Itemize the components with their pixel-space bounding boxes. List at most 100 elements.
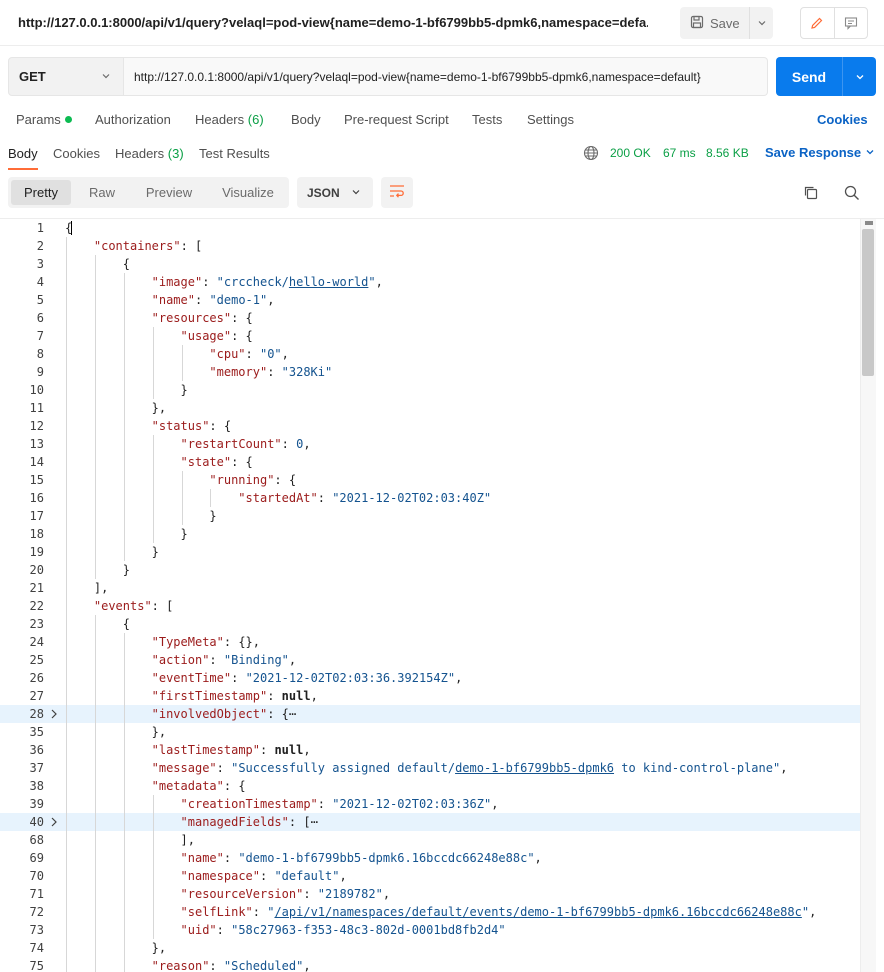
send-button[interactable]: Send (776, 57, 843, 96)
code-line: 19} (0, 543, 876, 561)
tab-authorization[interactable]: Authorization (95, 112, 171, 127)
save-options-chevron-icon[interactable] (750, 16, 773, 31)
copy-icon[interactable] (802, 184, 820, 205)
line-number: 27 (29, 689, 44, 703)
chevron-down-icon (865, 145, 875, 160)
response-size[interactable]: 8.56 KB (706, 146, 749, 160)
indent-guide (152, 525, 154, 543)
code-link[interactable]: demo-1-bf6799bb5-dpmk6 (455, 761, 614, 775)
tab-tests[interactable]: Tests (472, 112, 502, 127)
tab-params-label: Params (16, 112, 61, 127)
indent-guide (123, 813, 125, 831)
code-line: 7 "usage": { (0, 327, 876, 345)
code-text: "usage": { (181, 327, 253, 345)
tab-test-results[interactable]: Test Results (199, 146, 270, 161)
code-link[interactable]: /api/v1/namespaces/default/events/demo-1… (274, 905, 801, 919)
indent-guide (123, 921, 125, 939)
headers-count-badge: (6) (247, 112, 264, 127)
code-text: "TypeMeta": {}, (152, 633, 260, 651)
code-line: 11}, (0, 399, 876, 417)
language-select[interactable]: JSON (297, 177, 373, 208)
globe-icon[interactable] (583, 145, 599, 164)
save-button[interactable]: Save (680, 7, 750, 39)
method-label: GET (19, 69, 46, 84)
tab-headers[interactable]: Headers (6) (195, 112, 264, 127)
indent-guide (152, 453, 154, 471)
indent-guide (66, 435, 67, 453)
code-text: "running": { (209, 471, 296, 489)
indent-guide (94, 651, 96, 669)
request-title[interactable]: http://127.0.0.1:8000/api/v1/query?velaq… (18, 15, 648, 30)
format-pretty[interactable]: Pretty (11, 180, 71, 205)
code-line: 15 "running": { (0, 471, 876, 489)
code-text: "eventTime": "2021-12-02T02:03:36.392154… (152, 669, 463, 687)
response-time[interactable]: 67 ms (663, 146, 696, 160)
code-token: "metadata" (151, 779, 224, 793)
tab-params[interactable]: Params (16, 112, 72, 127)
scrollbar-thumb[interactable] (862, 229, 874, 376)
indent-guide (66, 885, 67, 903)
scroll-up-arrow-icon[interactable] (865, 221, 873, 225)
code-link[interactable]: hello-world (289, 275, 368, 289)
indent-guide (123, 417, 125, 435)
url-input[interactable]: http://127.0.0.1:8000/api/v1/query?velaq… (124, 57, 768, 96)
indent-guide (94, 363, 96, 381)
search-icon[interactable] (843, 184, 861, 205)
indent-guide (152, 327, 154, 345)
method-select[interactable]: GET (8, 57, 124, 96)
save-response-button[interactable]: Save Response (765, 145, 875, 160)
send-button-group: Send (776, 57, 876, 96)
cookies-link[interactable]: Cookies (817, 112, 868, 127)
format-raw[interactable]: Raw (78, 180, 126, 205)
line-number: 21 (29, 581, 44, 595)
tab-response-body[interactable]: Body (8, 146, 38, 161)
line-number: 16 (29, 491, 44, 505)
code-token: "message" (151, 761, 217, 775)
code-text: } (152, 543, 159, 561)
code-token: : (260, 743, 275, 757)
tab-pre-request-script[interactable]: Pre-request Script (344, 112, 449, 127)
code-token: , (491, 797, 499, 811)
code-token: "firstTimestamp" (151, 689, 268, 703)
response-body-editor[interactable]: 1{2 "containers": [3{4 "image": "crccheck/… (0, 218, 884, 972)
tab-settings[interactable]: Settings (527, 112, 574, 127)
indent-guide (152, 489, 154, 507)
code-token: , (534, 851, 542, 865)
indent-guide (123, 759, 125, 777)
indent-guide (94, 381, 96, 399)
format-preview[interactable]: Preview (134, 180, 204, 205)
code-text: "uid": "58c27963-f353-48c3-802d-0001bd8f… (181, 921, 506, 939)
wrap-lines-button[interactable] (381, 177, 413, 208)
code-token: "2021-12-02T02:03:36Z" (332, 797, 492, 811)
tab-response-headers[interactable]: Headers (3) (115, 146, 184, 161)
tab-response-cookies[interactable]: Cookies (53, 146, 100, 161)
indent-guide (123, 381, 125, 399)
send-options-chevron-icon[interactable] (843, 57, 876, 96)
line-number: 70 (29, 869, 44, 883)
code-line: 1{ (0, 219, 876, 237)
line-number: 19 (29, 545, 44, 559)
status-code[interactable]: 200 OK (610, 146, 651, 160)
code-text: "message": "Successfully assigned defaul… (152, 759, 788, 777)
line-number: 8 (36, 347, 44, 361)
indent-guide (66, 813, 67, 831)
code-token: , (281, 347, 289, 361)
line-number: 39 (29, 797, 44, 811)
indent-guide (152, 381, 154, 399)
edit-pencil-icon[interactable] (801, 8, 835, 38)
code-text: "startedAt": "2021-12-02T02:03:40Z" (238, 489, 491, 507)
code-line: 39 "creationTimestamp": "2021-12-02T02:03… (0, 795, 876, 813)
line-number: 11 (29, 401, 44, 415)
indent-guide (123, 777, 125, 795)
line-number: 35 (29, 725, 44, 739)
wrap-lines-icon (388, 183, 406, 202)
code-text: "lastTimestamp": null, (152, 741, 311, 759)
indent-guide (152, 921, 154, 939)
code-token: "uid" (180, 923, 217, 937)
format-visualize[interactable]: Visualize (212, 180, 284, 205)
tab-body[interactable]: Body (291, 112, 321, 127)
save-label: Save (710, 15, 740, 31)
code-token: "328Ki" (281, 365, 333, 379)
comment-icon[interactable] (835, 8, 868, 38)
indent-guide (66, 903, 67, 921)
